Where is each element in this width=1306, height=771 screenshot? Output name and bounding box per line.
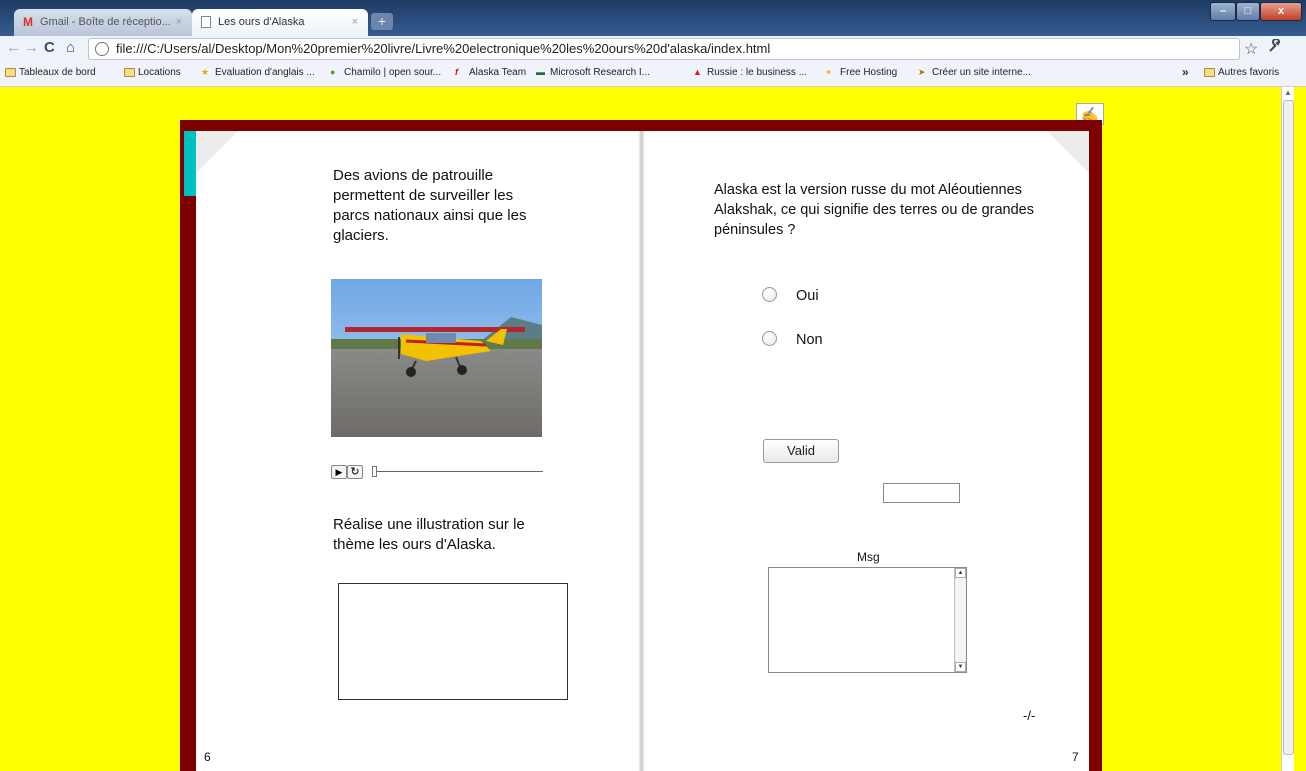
page-icon (201, 16, 211, 28)
radio-button-non[interactable] (762, 331, 777, 346)
play-icon[interactable]: ▶ (331, 465, 347, 479)
close-icon[interactable]: × (352, 16, 358, 28)
page-info-icon[interactable] (95, 42, 109, 56)
reload-icon[interactable]: C (44, 40, 55, 56)
drawing-area[interactable] (338, 583, 568, 700)
minimize-button[interactable]: – (1210, 2, 1236, 21)
option-label: Non (796, 332, 823, 348)
radio-button-oui[interactable] (762, 287, 777, 302)
msg-label: Msg (857, 550, 880, 564)
page-corner-fold[interactable] (1047, 131, 1089, 173)
bookmark-item[interactable]: f Alaska Team (455, 67, 526, 78)
bookmark-label: Evaluation d'anglais ... (215, 67, 315, 78)
bookmark-item[interactable]: ➤ Créer un site interne... (918, 67, 1031, 78)
bookmark-label: Autres favoris (1218, 67, 1280, 78)
valid-button[interactable]: Valid (763, 439, 839, 463)
bookmark-item[interactable]: ★ Evaluation d'anglais ... (201, 67, 315, 78)
msg-scrollbar[interactable]: ▲ ▼ (954, 568, 966, 672)
msr-icon: ▬ (536, 67, 545, 77)
tab-gmail[interactable]: M Gmail - Boîte de réceptio... × (14, 9, 192, 36)
folder-icon (5, 68, 16, 77)
bookmark-item[interactable]: + Free Hosting (826, 67, 897, 78)
red-icon: ▲ (693, 67, 702, 77)
scroll-down-icon[interactable]: ▼ (955, 662, 966, 672)
bookmark-ribbon[interactable] (184, 131, 196, 196)
folder-icon (124, 68, 135, 77)
bookmark-label: Chamilo | open sour... (344, 67, 442, 78)
star-icon: ★ (201, 67, 210, 77)
back-icon[interactable]: ← (6, 40, 21, 56)
scroll-up-icon[interactable]: ▲ (1284, 88, 1292, 97)
bookmark-label: Tableaux de bord (19, 67, 96, 78)
seek-handle[interactable] (372, 466, 377, 477)
bookmark-item[interactable]: ● Chamilo | open sour... (330, 67, 441, 78)
quiz-question: Alaska est la version russe du mot Aléou… (714, 182, 1034, 238)
bookmark-label: Locations (138, 67, 181, 78)
book-spine (638, 131, 645, 771)
scroll-thumb[interactable] (1283, 100, 1294, 755)
bookmark-star-icon[interactable]: ☆ (1244, 39, 1258, 59)
bookmark-label: Russie : le business ... (707, 67, 808, 78)
illustration-prompt: Réalise une illustration sur le thème le… (333, 516, 525, 553)
page-scrollbar[interactable]: ▲ (1281, 87, 1294, 771)
arrow-icon: ➤ (918, 67, 926, 77)
bookmark-label: Microsoft Research I... (550, 67, 651, 78)
maximize-button[interactable]: □ (1236, 2, 1260, 21)
page-number-left: 6 (204, 750, 211, 764)
close-icon[interactable]: × (176, 16, 182, 28)
bookmarks-bar: Tableaux de bord Locations ★ Evaluation … (0, 62, 1306, 87)
msg-textarea[interactable]: ▲ ▼ (768, 567, 967, 673)
page-corner-fold[interactable] (196, 131, 238, 173)
plus-icon: + (826, 67, 832, 77)
pager-indicator: -/- (1023, 708, 1036, 723)
wrench-icon[interactable] (1268, 38, 1282, 57)
forward-icon[interactable]: → (24, 40, 39, 56)
new-tab-button[interactable]: + (371, 13, 393, 30)
folder-icon (1204, 68, 1215, 77)
browser-titlebar: M Gmail - Boîte de réceptio... × Les our… (0, 0, 1306, 36)
seaplane-photo (331, 279, 542, 437)
window-close-button[interactable]: x (1260, 2, 1302, 21)
tab-label: Gmail - Boîte de réceptio... (40, 16, 171, 28)
address-text: file:///C:/Users/al/Desktop/Mon%20premie… (116, 41, 771, 56)
home-icon[interactable]: ⌂ (66, 40, 75, 56)
bookmark-label: Free Hosting (840, 67, 898, 78)
other-bookmarks[interactable]: Autres favoris (1204, 67, 1279, 78)
chamilo-icon: ● (330, 67, 336, 77)
bookmark-item[interactable]: ▲ Russie : le business ... (693, 67, 807, 78)
bookmark-item[interactable]: Tableaux de bord (5, 67, 96, 78)
tab-les-ours-d-alaska[interactable]: Les ours d'Alaska × (192, 9, 368, 36)
left-paragraph: Des avions de patrouille permettent de s… (333, 167, 527, 244)
scroll-up-icon[interactable]: ▲ (955, 568, 966, 578)
tab-label: Les ours d'Alaska (218, 16, 305, 28)
bookmark-item[interactable]: ▬ Microsoft Research I... (536, 67, 650, 78)
result-field[interactable] (883, 483, 960, 503)
gmail-icon: M (23, 15, 33, 29)
browser-toolbar: ← → C ⌂ file:///C:/Users/al/Desktop/Mon%… (0, 36, 1306, 62)
bookmark-label: Créer un site interne... (932, 67, 1031, 78)
address-bar[interactable]: file:///C:/Users/al/Desktop/Mon%20premie… (88, 38, 1240, 60)
bookmarks-overflow-icon[interactable]: » (1182, 65, 1189, 79)
free-icon: f (455, 67, 458, 77)
option-label: Oui (796, 288, 819, 304)
replay-icon[interactable]: ↻ (347, 465, 363, 479)
bookmark-item[interactable]: Locations (124, 67, 181, 78)
page-number-right: 7 (1072, 750, 1079, 764)
seek-bar[interactable] (375, 471, 543, 472)
bookmark-label: Alaska Team (469, 67, 527, 78)
audio-player: ▶ ↻ (331, 462, 543, 482)
